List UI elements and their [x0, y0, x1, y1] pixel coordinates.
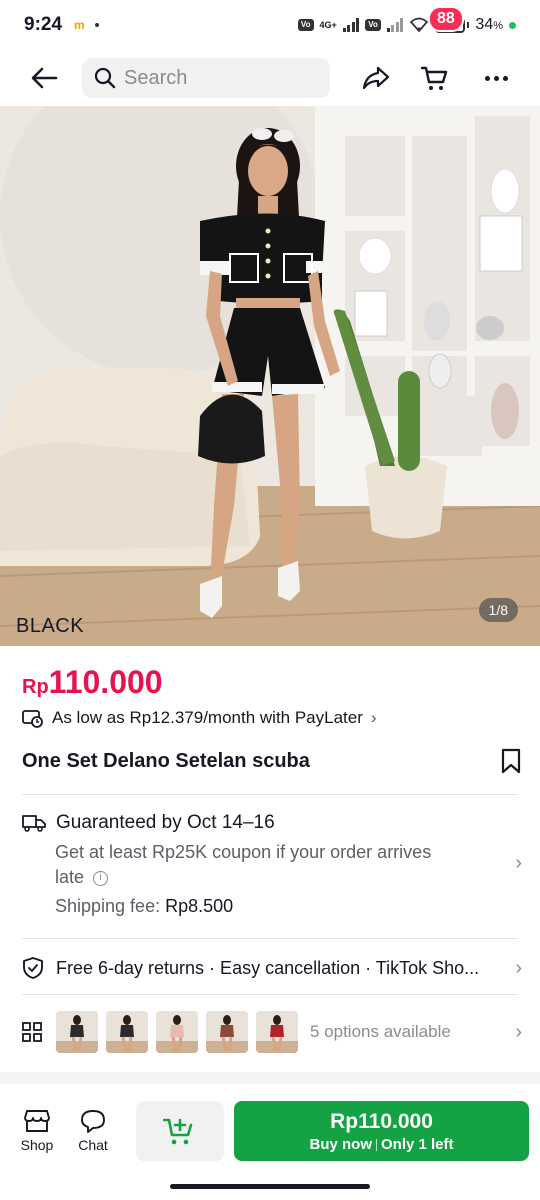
options-count: 5 options available: [310, 1022, 451, 1041]
late-coupon-text: Get at least Rp25K coupon if your order …: [55, 842, 432, 887]
options-row[interactable]: 5 options available ›: [22, 1010, 522, 1054]
cart-icon: [420, 66, 448, 90]
volte-icon: Vo: [297, 19, 314, 31]
shop-label: Shop: [20, 1137, 54, 1153]
volte-icon-2: Vo: [365, 19, 381, 31]
chevron-right-icon: ›: [515, 956, 522, 979]
bottom-action-bar: Shop Chat Rp110.000 Buy now Only 1 left: [0, 1092, 540, 1170]
shield-check-icon: [23, 957, 43, 979]
divider: [22, 994, 518, 995]
chevron-right-icon: ›: [515, 1020, 522, 1043]
network-type: 4G+: [319, 20, 337, 30]
store-icon: [24, 1110, 50, 1132]
price: Rp 110.000: [22, 664, 163, 701]
search-icon: [94, 67, 116, 89]
buy-now-price: Rp110.000: [330, 1109, 433, 1133]
top-nav: [0, 50, 540, 106]
battery-percent: 34: [475, 16, 494, 33]
image-counter: 1/8: [478, 598, 518, 622]
privacy-dot-icon: [509, 21, 516, 29]
search-bar[interactable]: [82, 58, 330, 98]
carrier-icon: m: [74, 18, 85, 32]
paylater-row[interactable]: As low as Rp12.379/month with PayLater ›: [22, 708, 377, 728]
home-indicator[interactable]: [170, 1184, 370, 1189]
product-title-row: One Set Delano Setelan scuba: [22, 748, 522, 774]
product-photo: [0, 106, 540, 646]
delivery-truck-icon: [22, 815, 46, 832]
signal-icon: [342, 18, 360, 32]
variant-thumbnail[interactable]: [206, 1011, 248, 1053]
share-button[interactable]: [356, 58, 396, 98]
bookmark-icon: [501, 748, 521, 774]
search-input[interactable]: [124, 66, 314, 90]
buy-now-label: Buy now: [309, 1135, 372, 1153]
notification-dot-icon: [94, 23, 99, 27]
delivery-guarantee: Guaranteed by Oct 14–16: [56, 812, 275, 833]
stock-label: Only 1 left: [380, 1135, 454, 1153]
product-title: One Set Delano Setelan scuba: [22, 750, 310, 772]
arrow-left-icon: [31, 67, 58, 89]
shipping-section[interactable]: Guaranteed by Oct 14–16 Get at least Rp2…: [22, 812, 522, 917]
product-image-carousel[interactable]: BLACK 1/8: [0, 106, 540, 646]
back-button[interactable]: [24, 58, 64, 98]
grid-icon: [22, 1022, 42, 1042]
paylater-text: As low as Rp12.379/month with PayLater: [52, 708, 363, 727]
variant-thumbnail[interactable]: [256, 1011, 298, 1053]
variant-thumbnail[interactable]: [156, 1011, 198, 1053]
variant-thumbnail[interactable]: [56, 1011, 98, 1053]
add-to-cart-button[interactable]: [136, 1101, 224, 1161]
more-dot-icon: [484, 75, 490, 81]
info-icon[interactable]: i: [93, 870, 109, 886]
divider: [22, 794, 518, 795]
signal-icon-2: [386, 18, 404, 32]
wifi-icon: [410, 17, 429, 33]
price-amount: 110.000: [48, 664, 163, 700]
chevron-right-icon: ›: [515, 852, 522, 874]
more-options-button[interactable]: [476, 58, 516, 98]
variant-label: BLACK: [16, 615, 85, 637]
buy-now-button[interactable]: Rp110.000 Buy now Only 1 left: [234, 1101, 529, 1161]
cart-plus-icon: [163, 1118, 193, 1145]
section-separator: [0, 1072, 540, 1084]
chat-label: Chat: [78, 1137, 108, 1153]
battery-percent-suffix: %: [493, 20, 503, 32]
status-time: 9:24: [24, 14, 63, 35]
chevron-right-icon: ›: [370, 708, 377, 727]
divider: [22, 938, 518, 939]
chat-bubble-icon: [81, 1110, 105, 1133]
share-icon: [362, 66, 390, 90]
cart-button[interactable]: [414, 58, 454, 98]
price-currency: Rp: [22, 676, 49, 698]
shipping-fee: Shipping fee: Rp8.500: [55, 896, 234, 916]
chat-button[interactable]: Chat: [65, 1109, 121, 1153]
variant-thumbnails: [56, 1011, 298, 1053]
bookmark-button[interactable]: [500, 748, 522, 779]
variant-thumbnail[interactable]: [106, 1011, 148, 1053]
cart-badge: 88: [428, 6, 464, 32]
returns-text: Free 6-day returns · Easy cancellation ·…: [56, 957, 480, 978]
returns-row[interactable]: Free 6-day returns · Easy cancellation ·…: [22, 956, 522, 980]
installment-icon: [22, 710, 43, 728]
shop-button[interactable]: Shop: [9, 1109, 65, 1153]
